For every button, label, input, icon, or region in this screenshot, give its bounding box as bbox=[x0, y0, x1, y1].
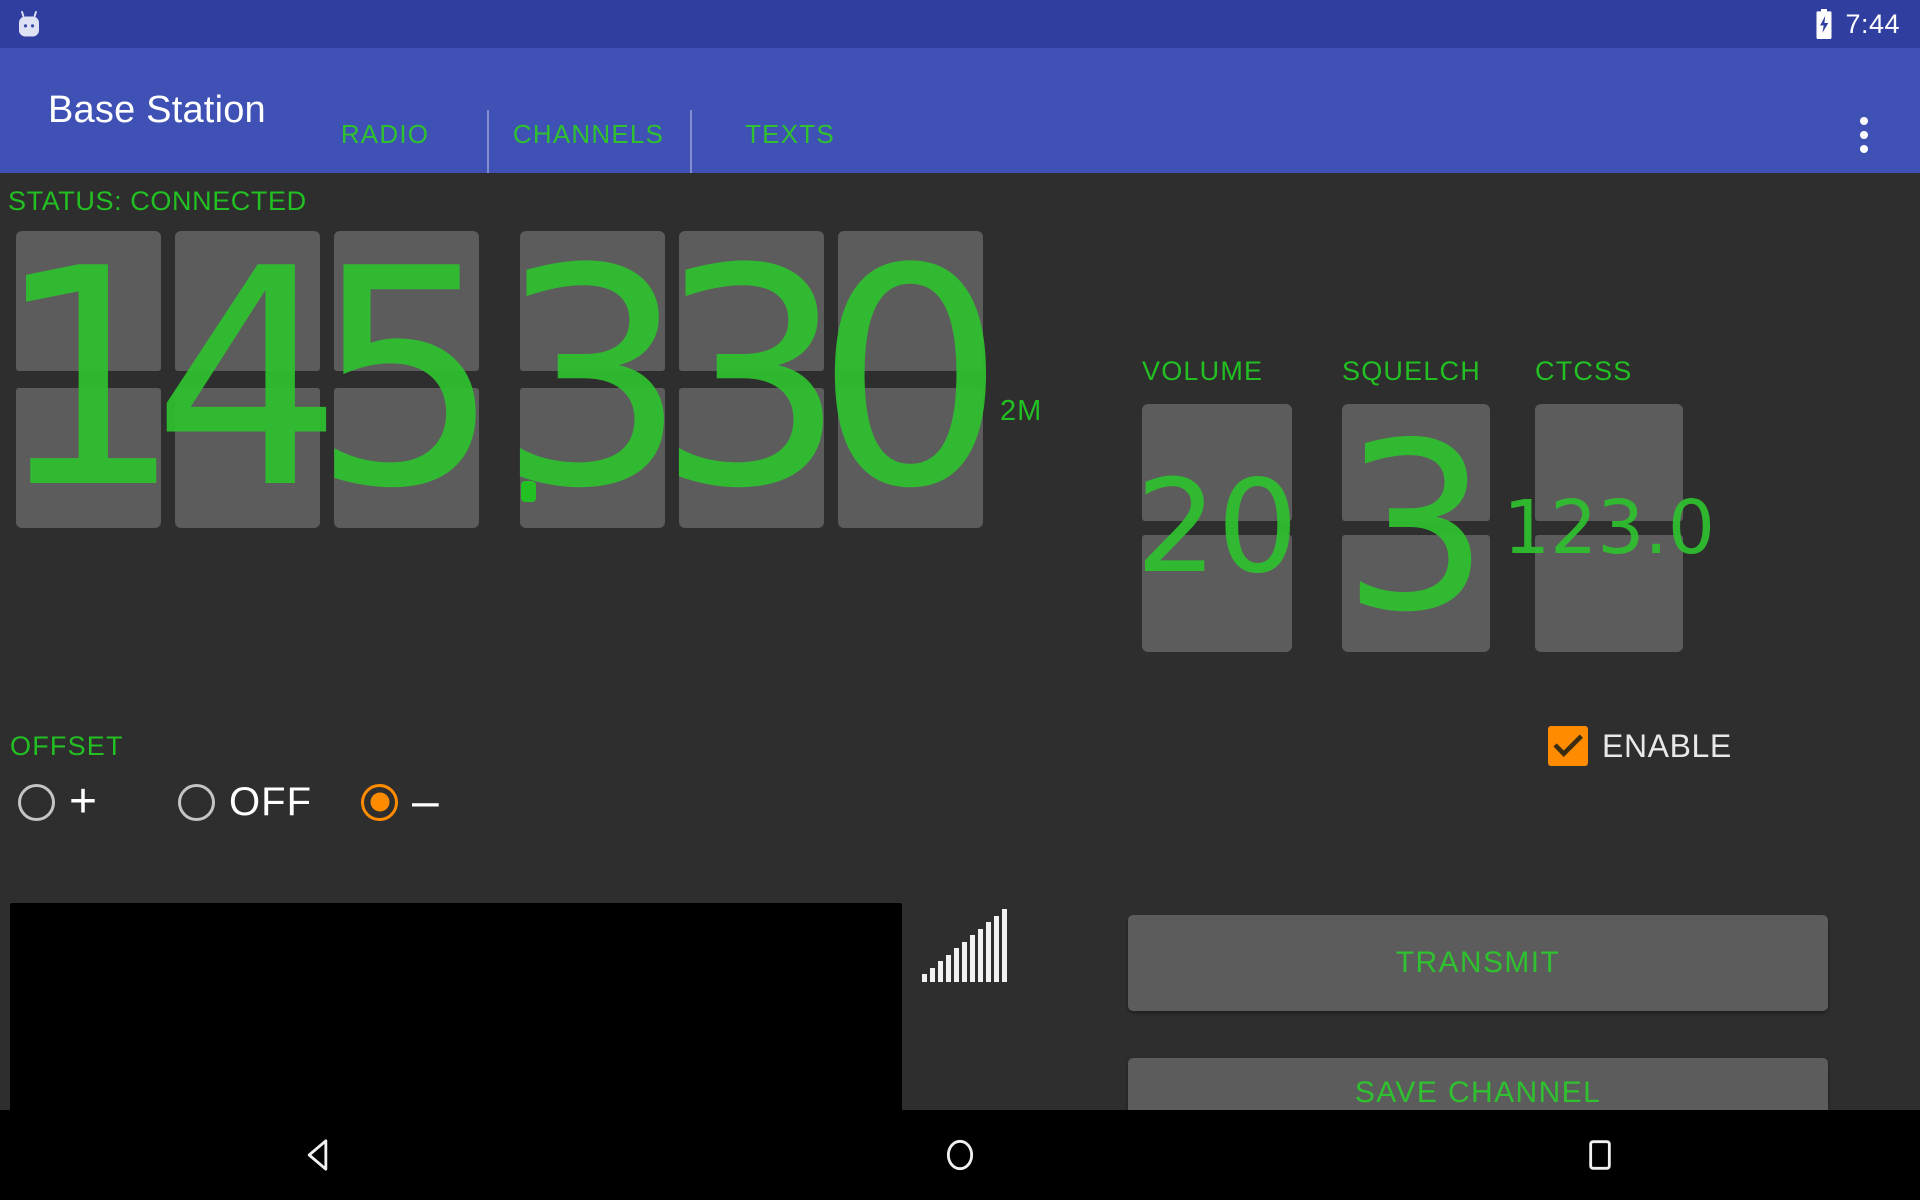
frequency-digit[interactable]: 5 bbox=[311, 229, 502, 529]
signal-strength-icon bbox=[922, 906, 1014, 982]
status-bar-system-icons: 7:44 bbox=[1813, 9, 1920, 40]
tab-channels[interactable]: CHANNELS bbox=[487, 96, 690, 216]
ctcss-enable-label: ENABLE bbox=[1602, 727, 1732, 764]
digit-tile-top bbox=[334, 231, 479, 371]
home-circle-icon[interactable] bbox=[900, 1110, 1020, 1200]
digit-tile-bottom bbox=[838, 388, 983, 528]
tab-radio-label: RADIO bbox=[340, 119, 430, 149]
back-triangle-icon[interactable] bbox=[260, 1110, 380, 1200]
status-bar-notifications bbox=[0, 9, 44, 39]
offset-option-minus[interactable]: – bbox=[361, 775, 440, 828]
offset-plus-label: + bbox=[69, 775, 99, 828]
frequency-digit[interactable]: 3 bbox=[497, 229, 688, 529]
page-title: Base Station bbox=[48, 89, 266, 131]
digit-tile-bottom bbox=[520, 388, 665, 528]
offset-minus-label: – bbox=[412, 775, 440, 828]
app-root: 7:44 Base Station RADIO CHANNELS TEXTS S… bbox=[0, 0, 1920, 1200]
tab-bar: RADIO CHANNELS TEXTS bbox=[283, 96, 890, 216]
frequency-digit[interactable]: 1 bbox=[0, 229, 184, 529]
ctcss-tile-top bbox=[1535, 404, 1683, 521]
android-navigation-bar bbox=[0, 1110, 1920, 1200]
volume-tile-bottom bbox=[1142, 535, 1292, 652]
checkbox-checked-icon bbox=[1548, 726, 1588, 766]
digit-tile-top bbox=[175, 231, 320, 371]
squelch-tile-bottom bbox=[1342, 535, 1490, 652]
digit-tile-top bbox=[520, 231, 665, 371]
recents-square-icon[interactable] bbox=[1540, 1110, 1660, 1200]
tab-channels-label: CHANNELS bbox=[512, 119, 665, 149]
radio-panel: STATUS: CONNECTED 1 4 5 3 3 0 2M VOLUME … bbox=[0, 173, 1920, 1200]
band-label: 2M bbox=[1000, 395, 1043, 427]
transmit-button-label: TRANSMIT bbox=[1395, 946, 1561, 979]
ctcss-label: CTCSS bbox=[1535, 356, 1633, 386]
digit-tile-bottom bbox=[175, 388, 320, 528]
squelch-tile-top bbox=[1342, 404, 1490, 521]
tab-texts[interactable]: TEXTS bbox=[690, 96, 890, 216]
digit-tile-top bbox=[16, 231, 161, 371]
radio-unselected-icon bbox=[178, 783, 216, 821]
ctcss-enable-checkbox[interactable]: ENABLE bbox=[1548, 726, 1732, 766]
frequency-digit[interactable]: 0 bbox=[815, 229, 1006, 529]
tab-radio[interactable]: RADIO bbox=[283, 96, 487, 173]
offset-label: OFFSET bbox=[10, 731, 124, 761]
android-head-icon bbox=[14, 9, 44, 39]
offset-radio-group: + OFF – bbox=[18, 775, 440, 828]
tab-texts-label: TEXTS bbox=[745, 119, 835, 149]
digit-tile-top bbox=[838, 231, 983, 371]
digit-tile-bottom bbox=[679, 388, 824, 528]
overflow-menu-icon[interactable] bbox=[1834, 96, 1894, 173]
app-toolbar: Base Station RADIO CHANNELS TEXTS bbox=[0, 48, 1920, 219]
frequency-decimal-point bbox=[521, 481, 536, 502]
volume-tile-top bbox=[1142, 404, 1292, 521]
android-status-bar: 7:44 bbox=[0, 0, 1920, 48]
digit-tile-top bbox=[679, 231, 824, 371]
radio-unselected-icon bbox=[18, 783, 55, 821]
squelch-label: SQUELCH bbox=[1342, 356, 1481, 386]
save-channel-button-label: SAVE CHANNEL bbox=[1354, 1076, 1602, 1109]
radio-selected-icon bbox=[361, 783, 399, 821]
offset-off-label: OFF bbox=[229, 780, 313, 824]
battery-charging-icon bbox=[1813, 9, 1835, 39]
digit-tile-bottom bbox=[334, 388, 479, 528]
offset-option-plus[interactable]: + bbox=[18, 775, 99, 828]
frequency-display[interactable]: 1 4 5 3 3 0 bbox=[0, 229, 1006, 529]
ctcss-tile-bottom bbox=[1535, 535, 1683, 652]
digit-tile-bottom bbox=[16, 388, 161, 528]
volume-label: VOLUME bbox=[1142, 356, 1264, 386]
connection-status-text: STATUS: CONNECTED bbox=[8, 186, 307, 216]
frequency-digit[interactable]: 3 bbox=[656, 229, 847, 529]
transmit-button[interactable]: TRANSMIT bbox=[1128, 915, 1828, 1011]
frequency-digit[interactable]: 4 bbox=[152, 229, 343, 529]
offset-option-off[interactable]: OFF bbox=[178, 782, 312, 822]
status-bar-clock: 7:44 bbox=[1845, 8, 1900, 39]
